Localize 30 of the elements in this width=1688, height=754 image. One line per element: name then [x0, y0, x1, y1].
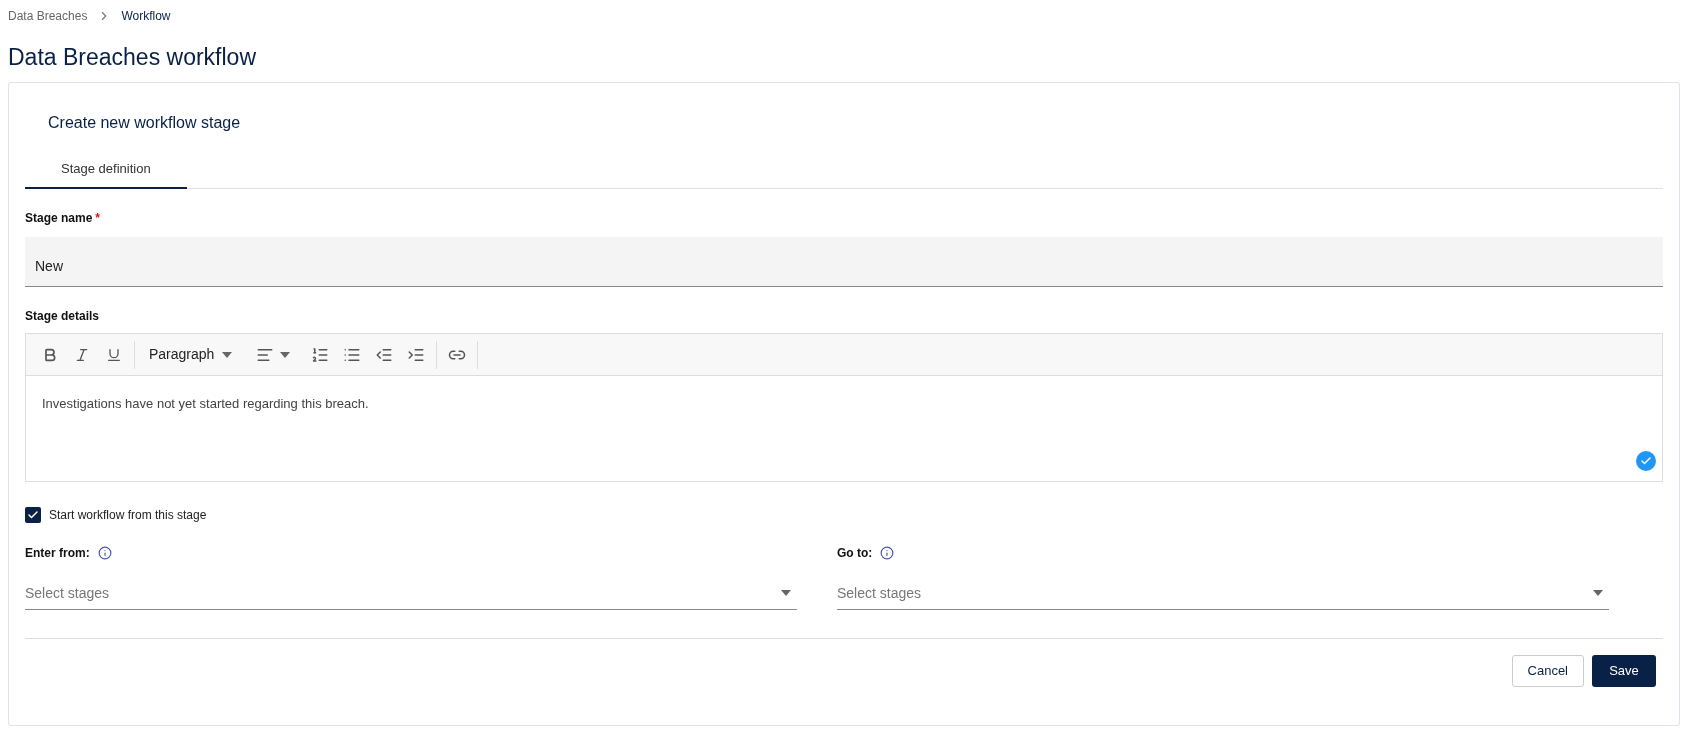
paragraph-dropdown[interactable]: Paragraph: [141, 340, 241, 369]
checkbox[interactable]: [25, 507, 41, 523]
tab[interactable]: Stage definition: [25, 151, 187, 189]
field-label: Enter from:: [25, 545, 90, 562]
required-marker: *: [95, 210, 101, 227]
info-icon: [880, 546, 895, 560]
cancel-button[interactable]: Cancel: [1511, 655, 1584, 687]
breadcrumb-link[interactable]: Data Breaches: [8, 7, 88, 25]
stage-name-field[interactable]: New: [25, 237, 1663, 287]
numbered-list-icon: [311, 345, 330, 364]
caret-icon: [1593, 590, 1603, 596]
field-label: Stage details: [25, 308, 101, 325]
save-button[interactable]: Save: [1592, 655, 1656, 687]
caret-icon: [222, 351, 233, 358]
breadcrumb-link[interactable]: Workflow: [121, 7, 171, 25]
check-icon: [27, 509, 39, 521]
underline-icon: [106, 346, 122, 363]
caret-icon: [781, 590, 791, 596]
stages-select[interactable]: Select stages: [25, 577, 797, 610]
field-label: Stage name: [25, 210, 93, 227]
bold-icon: [42, 346, 58, 363]
editor-text: Investigations have not yet started regarding this breach.: [42, 395, 370, 413]
stages-select[interactable]: Select stages: [837, 577, 1609, 610]
italic-icon: [74, 346, 90, 363]
page-title: Data Breaches workflow: [7, 43, 257, 72]
card-title: Create new workflow stage: [48, 113, 242, 133]
checkbox-label: Start workflow from this stage: [49, 507, 207, 524]
caret-icon: [280, 351, 291, 358]
field-label: Go to:: [837, 545, 873, 562]
info-icon: [97, 546, 112, 560]
